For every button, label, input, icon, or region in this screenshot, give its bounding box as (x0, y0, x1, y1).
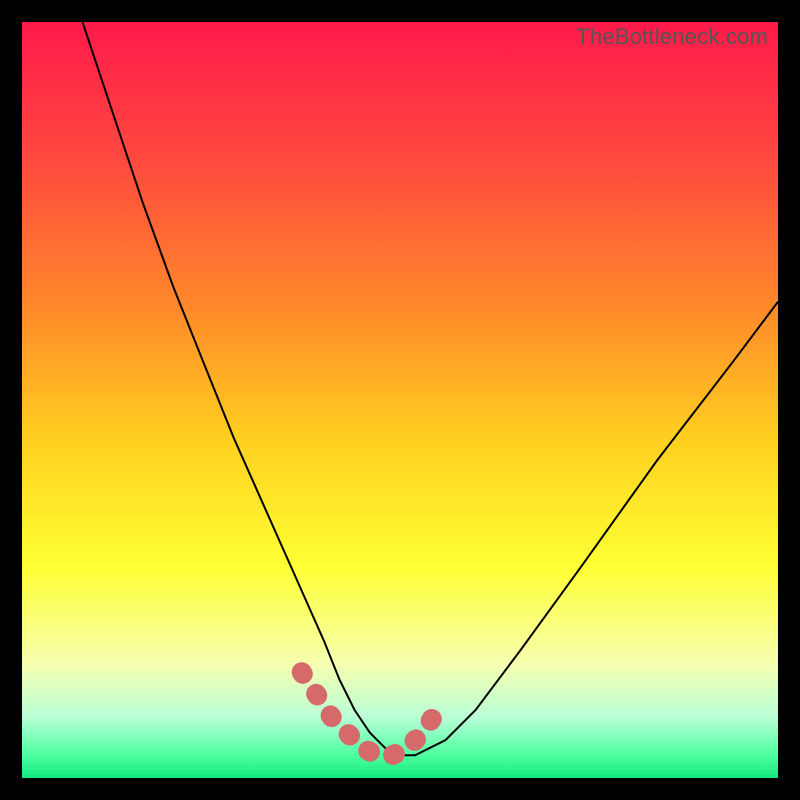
gradient-background (22, 22, 778, 778)
chart-frame: TheBottleneck.com (22, 22, 778, 778)
bottleneck-curve-chart (22, 22, 778, 778)
watermark-text: TheBottleneck.com (576, 24, 768, 50)
